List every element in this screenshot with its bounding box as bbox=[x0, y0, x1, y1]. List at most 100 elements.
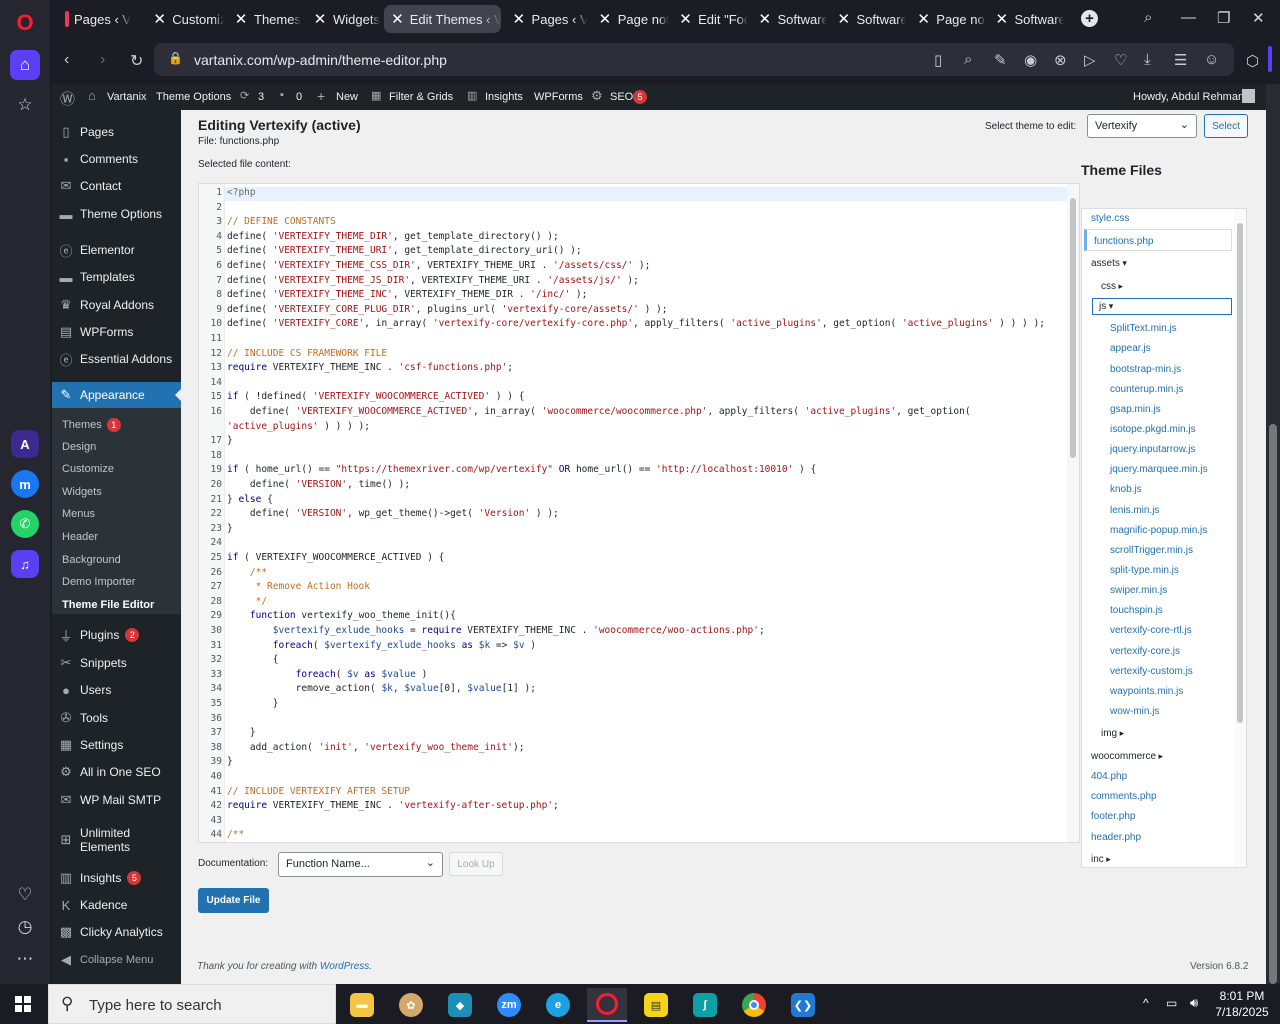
aria-app-icon[interactable]: A bbox=[11, 430, 39, 458]
code-line[interactable]: foreach( $v as $value ) bbox=[227, 669, 428, 680]
code-line[interactable]: if ( !defined( 'VERTEXIFY_WOOCOMMERCE_AC… bbox=[227, 391, 524, 402]
url-text[interactable]: vartanix.com/wp-admin/theme-editor.php bbox=[194, 52, 447, 68]
edit-icon[interactable]: ✎ bbox=[994, 51, 1007, 69]
menu-item[interactable]: ✉ Contact bbox=[52, 173, 181, 199]
menu-item[interactable]: ✉ WP Mail SMTP bbox=[52, 787, 181, 813]
browser-tab[interactable]: ✕ Themes bbox=[227, 5, 303, 33]
file-tree-folder[interactable]: img ▸ bbox=[1101, 728, 1124, 739]
file-tree-file[interactable]: SplitText.min.js bbox=[1110, 323, 1177, 334]
menu-item[interactable]: ⓔ Essential Addons bbox=[52, 346, 181, 372]
edge-icon[interactable]: e bbox=[538, 988, 578, 1022]
extensions-icon[interactable]: ⬡ bbox=[1246, 52, 1259, 70]
file-tree-folder[interactable]: assets ▾ bbox=[1091, 258, 1127, 269]
file-tree-file[interactable]: scrollTrigger.min.js bbox=[1110, 545, 1193, 556]
insights-icon[interactable]: ▥ bbox=[467, 89, 477, 102]
maximize-icon[interactable]: ❐ bbox=[1217, 9, 1230, 27]
wpforms-link[interactable]: WPForms bbox=[534, 91, 583, 103]
code-line[interactable]: define( 'VERTEXIFY_THEME_URI', get_templ… bbox=[227, 245, 582, 256]
file-tree-file[interactable]: appear.js bbox=[1110, 343, 1151, 354]
code-line[interactable]: // INCLUDE VERTEXIFY AFTER SETUP bbox=[227, 786, 410, 797]
back-icon[interactable]: ‹ bbox=[64, 51, 69, 69]
code-line[interactable]: require VERTEXIFY_THEME_INC . 'csf-funct… bbox=[227, 362, 513, 373]
file-tree-file[interactable]: swiper.min.js bbox=[1110, 585, 1167, 596]
volume-icon[interactable]: 🔊︎ bbox=[1190, 995, 1198, 1011]
file-tree-file[interactable]: comments.php bbox=[1091, 791, 1157, 802]
code-line[interactable]: function vertexify_woo_theme_init(){ bbox=[227, 610, 456, 621]
block-icon[interactable]: ⊗ bbox=[1054, 51, 1067, 69]
chrome-icon[interactable] bbox=[734, 988, 774, 1022]
minimize-icon[interactable]: — bbox=[1181, 9, 1196, 26]
file-tree-file[interactable]: functions.php bbox=[1084, 229, 1232, 251]
reload-icon[interactable]: ↻ bbox=[130, 51, 143, 71]
browser-tab[interactable]: ✕ Edit Themes ‹ Va bbox=[384, 5, 501, 33]
file-tree-file[interactable]: vertexify-core-rtl.js bbox=[1110, 625, 1192, 636]
code-line[interactable]: define( 'VERSION', wp_get_theme()->get( … bbox=[227, 508, 559, 519]
menu-item[interactable]: ✇ Tools bbox=[52, 705, 181, 731]
code-line[interactable]: { bbox=[227, 654, 279, 665]
code-line[interactable]: 'active_plugins' ) ) ) ); bbox=[227, 421, 370, 432]
file-tree-file[interactable]: vertexify-core.js bbox=[1110, 646, 1180, 657]
more-icon[interactable]: ⋯ bbox=[10, 944, 40, 974]
menu-item[interactable]: ✎ Appearance bbox=[52, 382, 181, 408]
code-line[interactable]: } else { bbox=[227, 494, 273, 505]
code-line[interactable]: * Remove Action Hook bbox=[227, 581, 370, 592]
wordpress-logo-icon[interactable]: Ⓦ bbox=[60, 88, 75, 109]
menu-item[interactable]: ▩ Clicky Analytics bbox=[52, 919, 181, 945]
file-tree-file[interactable]: vertexify-custom.js bbox=[1110, 666, 1193, 677]
avatar[interactable] bbox=[1242, 89, 1255, 103]
vscode-icon[interactable]: ❮❯ bbox=[783, 988, 823, 1022]
submenu-item[interactable]: Header bbox=[62, 531, 98, 543]
file-tree-file[interactable]: isotope.pkgd.min.js bbox=[1110, 424, 1196, 435]
menu-item[interactable]: ● Users bbox=[52, 677, 181, 703]
browser-tab[interactable]: ✕ Widgets bbox=[306, 5, 382, 33]
menu-item[interactable]: ⚙ All in One SEO bbox=[52, 759, 181, 785]
submenu-item[interactable]: Customize bbox=[62, 463, 114, 475]
url-box[interactable]: 🔒 vartanix.com/wp-admin/theme-editor.php… bbox=[154, 43, 1234, 76]
windows-start-icon[interactable] bbox=[15, 996, 31, 1012]
code-line[interactable]: if ( home_url() == "https://themexriver.… bbox=[227, 464, 816, 475]
documentation-select[interactable]: Function Name... ⌄ bbox=[278, 852, 443, 877]
select-theme-button[interactable]: Select bbox=[1204, 114, 1248, 138]
submenu-item[interactable]: Widgets bbox=[62, 486, 102, 498]
file-tree-file[interactable]: magnific-popup.min.js bbox=[1110, 525, 1207, 536]
menu-item[interactable]: ⓔ Elementor bbox=[52, 237, 181, 263]
plus-icon[interactable]: + bbox=[317, 88, 325, 104]
menu-item[interactable]: ⏚ Plugins 2 bbox=[52, 622, 181, 648]
code-line[interactable]: /** bbox=[227, 829, 244, 840]
wordpress-link[interactable]: WordPress bbox=[320, 961, 369, 972]
update-file-button[interactable]: Update File bbox=[198, 888, 269, 913]
file-tree-file[interactable]: 404.php bbox=[1091, 771, 1127, 782]
menu-icon[interactable]: ☰ bbox=[1174, 51, 1187, 69]
3d-app-icon[interactable]: ◆ bbox=[440, 988, 480, 1022]
code-line[interactable]: <?php bbox=[227, 187, 256, 198]
file-tree-scrollbar[interactable] bbox=[1234, 209, 1246, 867]
code-line[interactable]: } bbox=[227, 698, 279, 709]
caret-right-icon[interactable]: ▸ bbox=[1104, 854, 1111, 864]
history-icon[interactable]: ◷ bbox=[10, 912, 40, 942]
seo-icon[interactable]: ⚙ bbox=[591, 88, 603, 104]
file-tree-file[interactable]: jquery.inputarrow.js bbox=[1110, 444, 1195, 455]
code-line[interactable]: } bbox=[227, 756, 233, 767]
search-tabs-icon[interactable]: ⌕ bbox=[1144, 9, 1152, 26]
profile-icon[interactable]: ☺ bbox=[1204, 51, 1219, 68]
code-line[interactable]: } bbox=[227, 727, 256, 738]
file-tree-file[interactable]: style.css bbox=[1091, 213, 1129, 224]
new-link[interactable]: New bbox=[336, 91, 358, 103]
menu-item[interactable]: K Kadence bbox=[52, 892, 181, 918]
submenu-item[interactable]: Menus bbox=[62, 508, 95, 520]
file-tree-file[interactable]: wow-min.js bbox=[1110, 706, 1159, 717]
code-line[interactable]: define( 'VERTEXIFY_THEME_INC', VERTEXIFY… bbox=[227, 289, 587, 300]
updates-count[interactable]: 3 bbox=[258, 91, 264, 103]
insights-link[interactable]: Insights bbox=[485, 91, 523, 103]
caret-right-icon[interactable]: ▸ bbox=[1117, 728, 1125, 738]
menu-item[interactable]: ▤ WPForms bbox=[52, 319, 181, 345]
menu-item[interactable]: ▥ Insights 5 bbox=[52, 865, 181, 891]
code-line[interactable]: define( 'VERSION', time() ); bbox=[227, 479, 410, 490]
file-tree-file[interactable]: header.php bbox=[1091, 832, 1141, 843]
file-tree-file[interactable]: touchspin.js bbox=[1110, 605, 1163, 616]
browser-tab[interactable]: ✕ Page not bbox=[591, 5, 669, 33]
browser-tab[interactable]: Pages ‹ V bbox=[59, 5, 143, 33]
menu-item[interactable]: ♛ Royal Addons bbox=[52, 292, 181, 318]
star-icon[interactable]: ☆ bbox=[10, 90, 40, 120]
file-tree-file[interactable]: footer.php bbox=[1091, 811, 1135, 822]
